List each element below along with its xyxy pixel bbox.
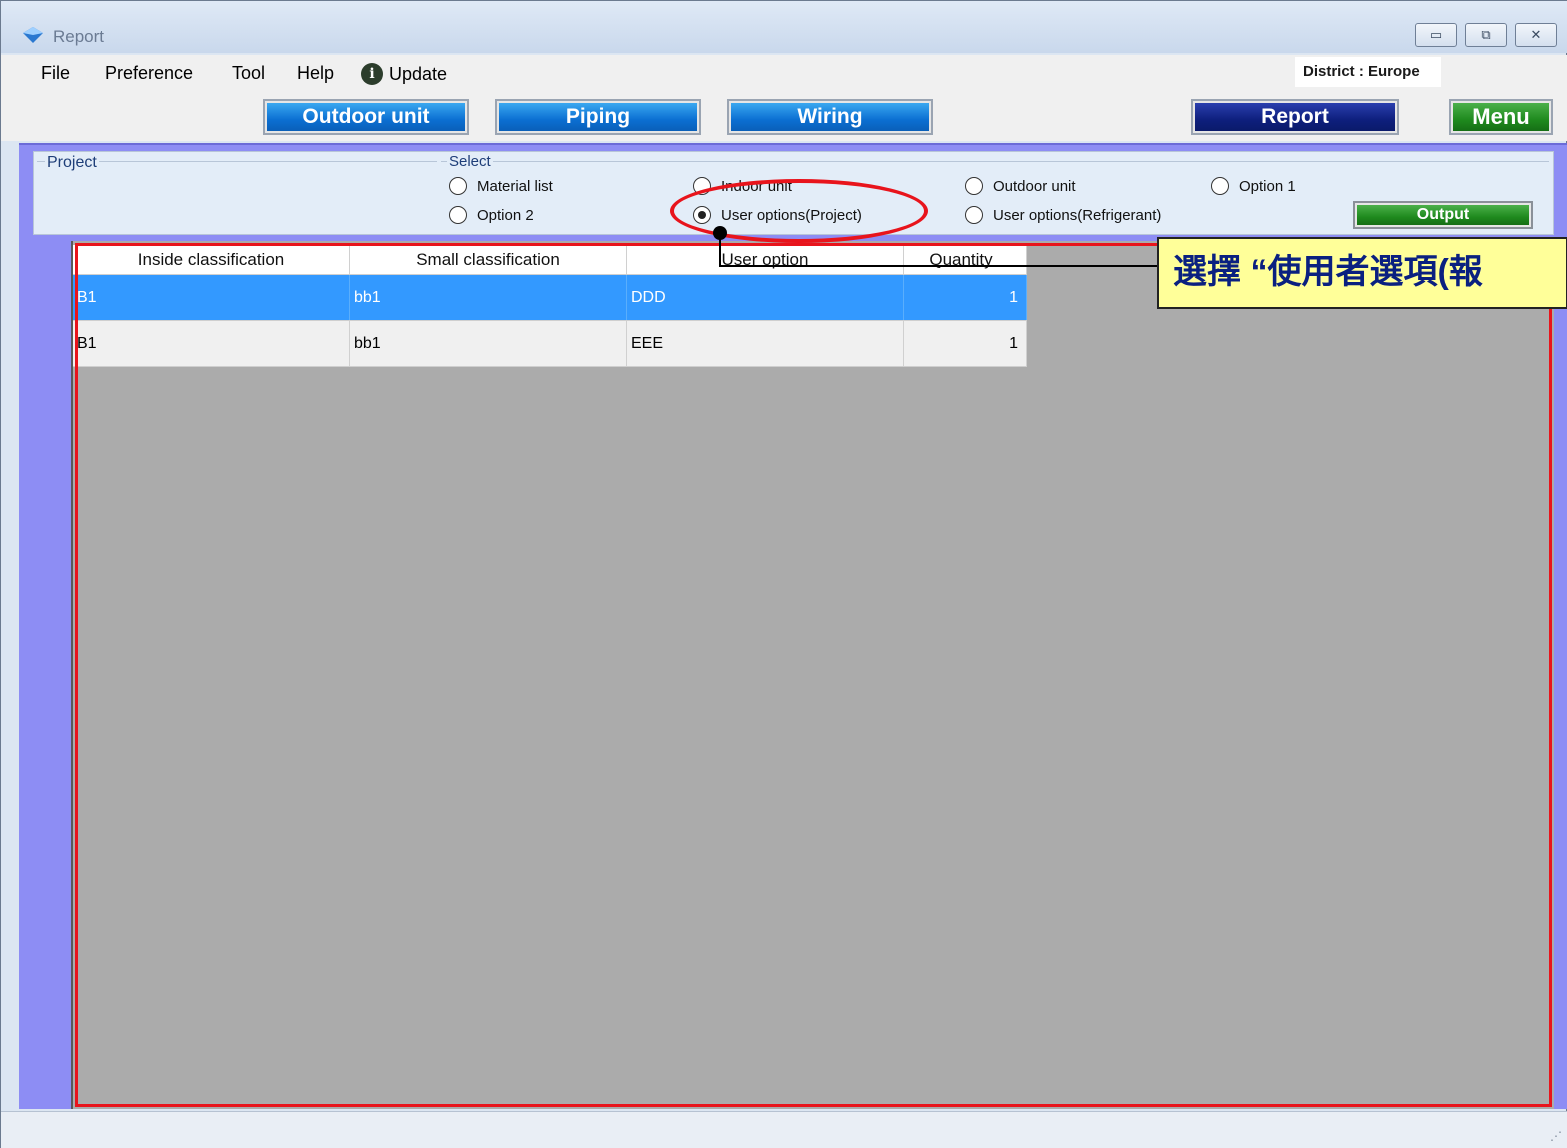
window-title: Report <box>53 27 105 46</box>
radio-user-options-project[interactable]: User options(Project) <box>693 206 862 224</box>
menu-button[interactable]: Menu <box>1449 99 1553 135</box>
district-label: District : Europe <box>1295 57 1441 87</box>
output-button[interactable]: Output <box>1353 201 1533 229</box>
report-button-label: Report <box>1195 103 1395 131</box>
report-window: Report ▭ ⧉ ✕ File Preference Tool Help i… <box>0 0 1567 1148</box>
radio-circle <box>693 177 711 195</box>
cell-option: DDD <box>627 275 904 320</box>
outdoor-unit-button[interactable]: Outdoor unit <box>263 99 469 135</box>
radio-material-list[interactable]: Material list <box>449 177 553 195</box>
select-legend: Select <box>447 153 493 170</box>
radio-label: Material list <box>477 177 553 195</box>
table-header: Inside classification Small classificati… <box>73 245 1027 275</box>
radio-label: Option 2 <box>477 206 534 224</box>
menu-file[interactable]: File <box>41 63 70 84</box>
cell-small: bb1 <box>350 275 627 320</box>
column-header[interactable]: Inside classification <box>73 245 350 274</box>
table-row[interactable]: B1 bb1 EEE 1 <box>73 321 1027 367</box>
column-header[interactable]: Small classification <box>350 245 627 274</box>
radio-label: Indoor unit <box>721 177 792 195</box>
piping-button-label: Piping <box>499 103 697 131</box>
menu-tool[interactable]: Tool <box>232 63 265 84</box>
radio-label: Option 1 <box>1239 177 1296 195</box>
menu-help[interactable]: Help <box>297 63 334 84</box>
cell-inside: B1 <box>73 321 350 366</box>
menu-update-label: Update <box>389 63 448 84</box>
select-group-border <box>441 161 1549 162</box>
wiring-button[interactable]: Wiring <box>727 99 933 135</box>
piping-button[interactable]: Piping <box>495 99 701 135</box>
radio-circle <box>449 206 467 224</box>
outdoor-unit-button-label: Outdoor unit <box>267 103 465 131</box>
status-bar: ⋰ <box>1 1111 1567 1148</box>
close-icon: ✕ <box>1530 27 1542 42</box>
radio-outdoor-unit[interactable]: Outdoor unit <box>965 177 1076 195</box>
radio-label: Outdoor unit <box>993 177 1076 195</box>
radio-label: User options(Refrigerant) <box>993 206 1162 224</box>
menu-button-label: Menu <box>1453 103 1549 131</box>
user-options-table: Inside classification Small classificati… <box>73 245 1027 367</box>
radio-circle <box>449 177 467 195</box>
column-header[interactable]: Quantity <box>904 245 1027 274</box>
cell-inside: B1 <box>73 275 350 320</box>
maximize-button[interactable]: ⧉ <box>1465 23 1507 47</box>
title-bar: Report ▭ ⧉ ✕ <box>1 1 1567 53</box>
wiring-button-label: Wiring <box>731 103 929 131</box>
project-legend: Project <box>45 154 99 172</box>
radio-circle-selected <box>693 206 711 224</box>
radio-circle <box>965 177 983 195</box>
radio-circle <box>965 206 983 224</box>
radio-option-2[interactable]: Option 2 <box>449 206 534 224</box>
output-button-label: Output <box>1357 205 1529 225</box>
cell-quantity: 1 <box>904 275 1027 320</box>
radio-circle <box>1211 177 1229 195</box>
table-background <box>71 241 1554 1109</box>
radio-user-options-refrigerant[interactable]: User options(Refrigerant) <box>965 206 1161 224</box>
minimize-icon: ▭ <box>1429 27 1443 42</box>
annotation-callout: 選擇 “使用者選項(報 <box>1157 237 1567 309</box>
resize-grip-icon[interactable]: ⋰ <box>1550 1129 1562 1143</box>
navigation-bar: Outdoor unit Piping Wiring Report Menu <box>1 91 1567 141</box>
report-button[interactable]: Report <box>1191 99 1399 135</box>
column-header[interactable]: User option <box>627 245 904 274</box>
radio-label: User options(Project) <box>721 206 862 224</box>
maximize-icon: ⧉ <box>1481 27 1491 42</box>
cell-option: EEE <box>627 321 904 366</box>
menu-update[interactable]: i Update <box>361 63 447 85</box>
info-icon: i <box>361 63 383 85</box>
radio-option-1[interactable]: Option 1 <box>1211 177 1296 195</box>
menu-preference[interactable]: Preference <box>105 63 193 84</box>
app-diamond-icon <box>23 27 43 43</box>
minimize-button[interactable]: ▭ <box>1415 23 1457 47</box>
cell-small: bb1 <box>350 321 627 366</box>
close-button[interactable]: ✕ <box>1515 23 1557 47</box>
radio-indoor-unit[interactable]: Indoor unit <box>693 177 792 195</box>
cell-quantity: 1 <box>904 321 1027 366</box>
table-row[interactable]: B1 bb1 DDD 1 <box>73 275 1027 321</box>
